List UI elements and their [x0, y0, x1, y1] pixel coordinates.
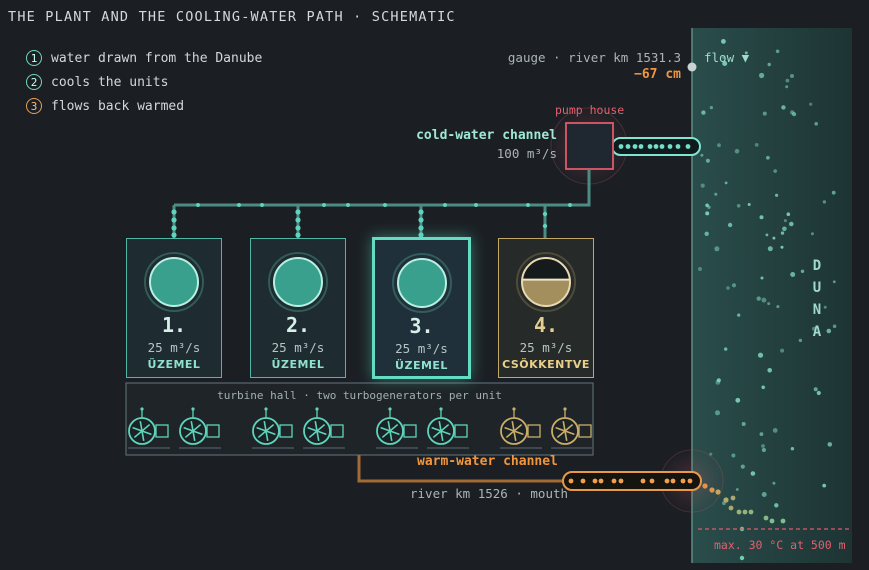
legend-text-1: water drawn from the Danube	[51, 50, 263, 66]
cold-channel-rate: 100 m³/s	[496, 146, 557, 161]
gauge-level: −67 cm	[634, 67, 681, 82]
pump-house-box	[565, 122, 614, 170]
legend-number-3: 3	[26, 98, 42, 114]
legend-item-3: 3 flows back warmed	[26, 96, 184, 116]
unit-card-1[interactable]: 1. 25 m³/s ÜZEMEL	[126, 238, 222, 378]
unit-flow: 25 m³/s	[395, 341, 448, 356]
cold-channel-label: cold-water channel	[416, 128, 557, 143]
gauge-marker	[687, 62, 697, 72]
unit-flow: 25 m³/s	[147, 340, 201, 355]
warm-channel-mouth: river km 1526 · mouth	[410, 486, 569, 501]
legend-item-2: 2 cools the units	[26, 72, 168, 92]
page-title: THE PLANT AND THE COOLING-WATER PATH · S…	[8, 9, 456, 25]
unit-number: 1.	[161, 313, 187, 337]
unit-reservoir-gauge	[391, 253, 452, 313]
pump-house-label: pump house	[555, 103, 625, 117]
unit-number: 4.	[533, 313, 559, 337]
unit-status: CSÖKKENTVE	[502, 358, 590, 371]
unit-status: ÜZEMEL	[147, 358, 201, 371]
legend-number-1: 1	[26, 50, 42, 66]
warm-channel-label: warm-water channel	[417, 454, 558, 469]
unit-reservoir-gauge	[516, 252, 576, 312]
unit-number: 2.	[285, 313, 311, 337]
unit-status: ÜZEMEL	[271, 358, 325, 371]
turbine-hall-label: turbine hall · two turbogenerators per u…	[217, 389, 502, 402]
legend-item-1: 1 water drawn from the Danube	[26, 48, 262, 68]
unit-card-4[interactable]: 4. 25 m³/s CSÖKKENTVE	[498, 238, 594, 378]
legend-text-2: cools the units	[51, 74, 169, 90]
unit-number: 3.	[409, 314, 434, 338]
unit-flow: 25 m³/s	[271, 340, 325, 355]
intake-flow-dots	[618, 144, 691, 149]
unit-status: ÜZEMEL	[395, 359, 448, 372]
river-name: DUNA	[812, 258, 822, 340]
legend-number-2: 2	[26, 74, 42, 90]
flow-direction: flow ▼	[704, 50, 750, 65]
legend-text-3: flows back warmed	[51, 98, 185, 114]
reservoir-fill	[522, 279, 570, 306]
temperature-limit-label: max. 30 °C at 500 m	[714, 538, 846, 552]
unit-card-3[interactable]: 3. 25 m³/s ÜZEMEL	[372, 237, 471, 379]
unit-card-2[interactable]: 2. 25 m³/s ÜZEMEL	[250, 238, 346, 378]
schematic-stage: THE PLANT AND THE COOLING-WATER PATH · S…	[0, 0, 869, 570]
unit-reservoir-gauge	[144, 252, 204, 312]
unit-flow: 25 m³/s	[519, 340, 573, 355]
gauge-label: gauge · river km 1531.3	[507, 50, 681, 65]
cold-header-flow-dots	[171, 203, 572, 238]
unit-reservoir-gauge	[268, 252, 328, 312]
